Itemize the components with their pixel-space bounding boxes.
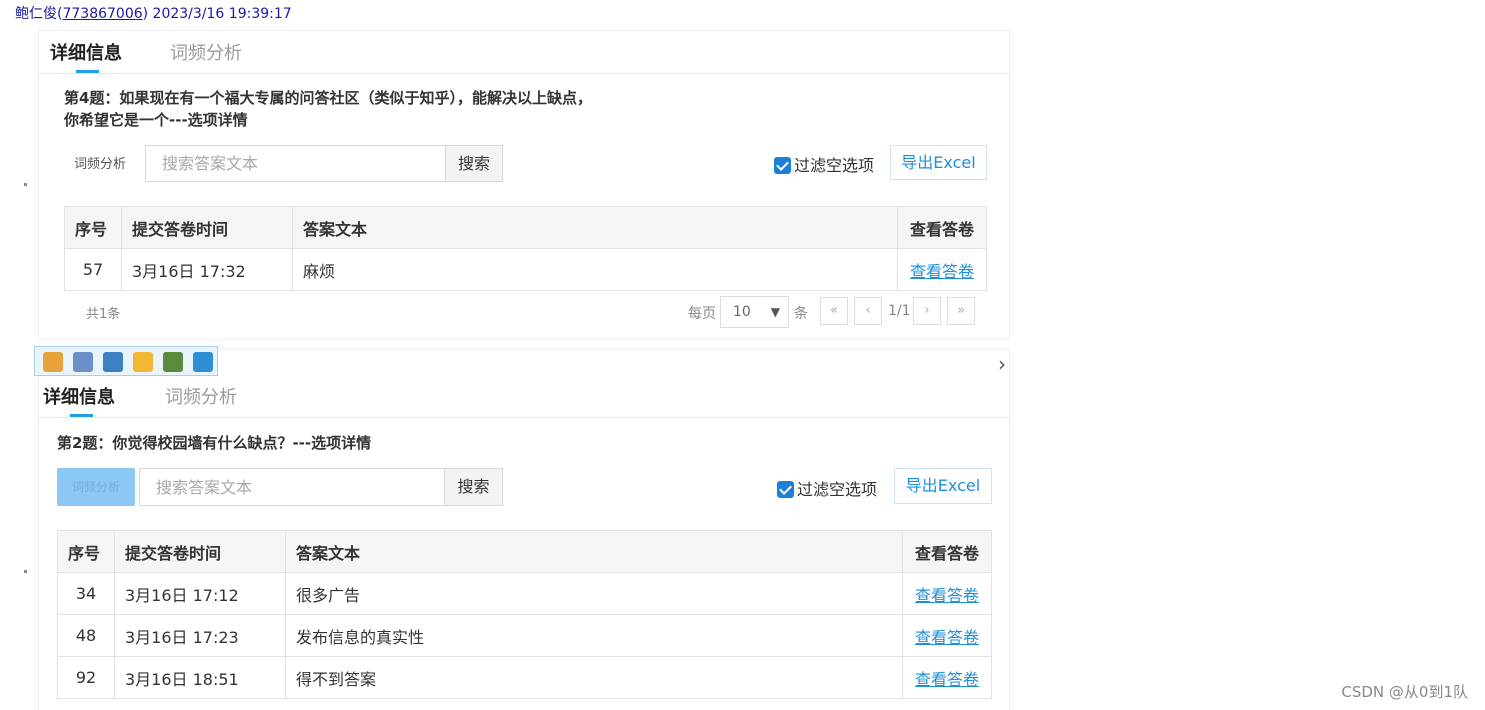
row-time: 3月16日 17:23 — [114, 614, 286, 657]
per-page-select[interactable]: 10 ▼ — [720, 296, 789, 328]
table-row: 92 3月16日 18:51 得不到答案 查看答卷 — [57, 656, 992, 699]
export-excel-button[interactable]: 导出Excel — [890, 145, 987, 180]
word-frequency-button[interactable]: 词频分析 — [74, 153, 126, 172]
star-icon[interactable] — [193, 352, 213, 372]
filter-label: 过滤空选项 — [794, 156, 875, 175]
view-answer-link[interactable]: 查看答卷 — [915, 628, 979, 647]
search-input[interactable] — [146, 146, 446, 181]
per-page-unit: 条 — [794, 306, 808, 322]
table-row: 34 3月16日 17:12 很多广告 查看答卷 — [57, 572, 992, 615]
search-button[interactable]: 搜索 — [445, 146, 502, 181]
tab-word-frequency[interactable]: 词频分析 — [170, 39, 242, 65]
chevron-down-icon: ▼ — [770, 305, 780, 319]
view-answer-link[interactable]: 查看答卷 — [915, 670, 979, 689]
active-tab-indicator — [70, 414, 93, 417]
tab-details[interactable]: 详细信息 — [43, 383, 115, 409]
row-answer: 得不到答案 — [285, 656, 903, 699]
last-page-button[interactable]: » — [947, 297, 975, 325]
per-page-label: 每页 — [688, 306, 716, 322]
column-header-time: 提交答卷时间 — [114, 530, 286, 573]
search-input[interactable] — [140, 469, 445, 505]
tab-bar: 详细信息 词频分析 — [39, 31, 1009, 74]
total-count: 共1条 — [86, 307, 121, 322]
question-panel-2: 详细信息 词频分析 第2题：你觉得校园墙有什么缺点？---选项详情 词频分析 搜… — [38, 348, 1010, 710]
search-box: 搜索 — [139, 468, 503, 506]
side-dot — [24, 570, 27, 573]
filter-label: 过滤空选项 — [797, 480, 878, 499]
image-icon[interactable] — [163, 352, 183, 372]
filter-empty-option[interactable]: 过滤空选项 — [774, 152, 874, 176]
side-dot — [24, 183, 27, 186]
filter-checkbox[interactable] — [774, 157, 791, 174]
view-answer-link[interactable]: 查看答卷 — [910, 262, 974, 281]
tab-word-frequency[interactable]: 词频分析 — [165, 383, 237, 409]
search-button[interactable]: 搜索 — [444, 469, 502, 505]
row-index: 57 — [64, 248, 122, 291]
row-time: 3月16日 18:51 — [114, 656, 286, 699]
active-tab-indicator — [76, 70, 99, 73]
word-frequency-button[interactable]: 词频分析 — [57, 468, 135, 506]
row-answer: 发布信息的真实性 — [285, 614, 903, 657]
sender-name: 鲍仁俊( — [15, 6, 63, 22]
question-title: 第2题：你觉得校园墙有什么缺点？---选项详情 — [57, 434, 372, 452]
next-page-button[interactable]: › — [913, 297, 941, 325]
view-answer-link[interactable]: 查看答卷 — [915, 586, 979, 605]
filter-checkbox[interactable] — [777, 481, 794, 498]
question-panel-4: 详细信息 词频分析 第4题：如果现在有一个福大专属的问答社区（类似于知乎），能解… — [38, 30, 1010, 340]
tab-details[interactable]: 详细信息 — [50, 39, 122, 65]
page-indicator: 1/1 — [888, 303, 911, 319]
column-header-view: 查看答卷 — [897, 206, 987, 249]
column-header-answer: 答案文本 — [285, 530, 903, 573]
column-header-view: 查看答卷 — [902, 530, 992, 573]
row-index: 92 — [57, 656, 115, 699]
row-time: 3月16日 17:12 — [114, 572, 286, 615]
chat-sender-line: 鲍仁俊(773867006) 2023/3/16 19:39:17 — [15, 3, 292, 23]
question-title: 第4题：如果现在有一个福大专属的问答社区（类似于知乎），能解决以上缺点， 你希望… — [64, 89, 592, 129]
answers-table: 序号 提交答卷时间 答案文本 查看答卷 34 3月16日 17:12 很多广告 … — [57, 530, 992, 699]
chevron-right-icon[interactable]: › — [998, 352, 1006, 376]
filter-empty-option[interactable]: 过滤空选项 — [777, 476, 877, 500]
prev-page-button[interactable]: ‹ — [854, 297, 882, 325]
row-index: 48 — [57, 614, 115, 657]
column-header-index: 序号 — [57, 530, 115, 573]
emoji-icon[interactable] — [133, 352, 153, 372]
row-time: 3月16日 17:32 — [121, 248, 293, 291]
save-icon[interactable] — [73, 352, 93, 372]
answers-table: 序号 提交答卷时间 答案文本 查看答卷 57 3月16日 17:32 麻烦 查看… — [64, 206, 987, 291]
monitor-icon[interactable] — [103, 352, 123, 372]
tab-bar: 详细信息 词频分析 — [39, 375, 1009, 418]
floating-toolbar — [34, 346, 218, 376]
add-icon[interactable] — [43, 352, 63, 372]
message-timestamp: ) 2023/3/16 19:39:17 — [142, 6, 292, 22]
row-answer: 麻烦 — [292, 248, 898, 291]
column-header-index: 序号 — [64, 206, 122, 249]
first-page-button[interactable]: « — [820, 297, 848, 325]
table-row: 48 3月16日 17:23 发布信息的真实性 查看答卷 — [57, 614, 992, 657]
column-header-time: 提交答卷时间 — [121, 206, 293, 249]
search-box: 搜索 — [145, 145, 503, 182]
export-excel-button[interactable]: 导出Excel — [894, 468, 992, 504]
row-answer: 很多广告 — [285, 572, 903, 615]
watermark: CSDN @从0到1队 — [1341, 683, 1468, 701]
sender-qq-link[interactable]: 773867006 — [62, 6, 142, 22]
table-row: 57 3月16日 17:32 麻烦 查看答卷 — [64, 248, 987, 291]
column-header-answer: 答案文本 — [292, 206, 898, 249]
row-index: 34 — [57, 572, 115, 615]
